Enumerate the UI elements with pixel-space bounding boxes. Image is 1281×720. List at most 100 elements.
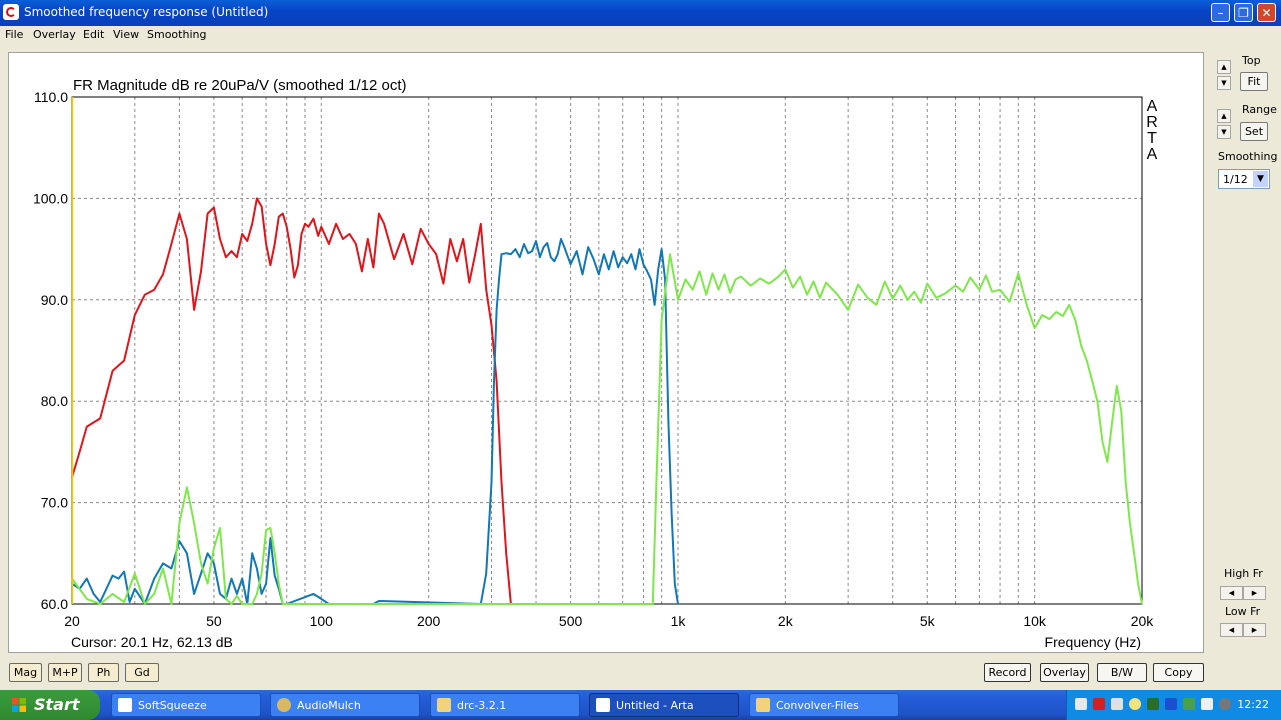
plot-panel[interactable]: FR Magnitude dB re 20uPa/V (smoothed 1/1…: [8, 52, 1204, 653]
arrow-left-icon: ◀: [1228, 589, 1235, 597]
chart-title: FR Magnitude dB re 20uPa/V (smoothed 1/1…: [73, 77, 407, 94]
task-convolver-folder[interactable]: Convolver-Files: [749, 693, 899, 717]
wireless-icon[interactable]: [1201, 698, 1213, 710]
x-tick-label: 200: [417, 613, 441, 629]
watermark-letter: R: [1146, 114, 1158, 131]
arta-app-icon[interactable]: [3, 4, 19, 20]
arrow-up-icon: ▲: [1221, 112, 1227, 120]
smoothing-value: 1/12: [1223, 173, 1248, 186]
mag-button[interactable]: Mag: [9, 663, 42, 682]
taskbar: Start SoftSqueeze AudioMulch drc-3.2.1 U…: [0, 690, 1281, 720]
x-axis-label: Frequency (Hz): [1045, 634, 1141, 650]
task-arta[interactable]: Untitled - Arta: [589, 693, 739, 717]
start-button[interactable]: Start: [0, 690, 100, 720]
x-tick-label: 2k: [778, 613, 794, 629]
minimize-button[interactable]: –: [1211, 3, 1230, 22]
task-label: AudioMulch: [297, 699, 361, 712]
range-label: Range: [1242, 103, 1277, 116]
softsqueeze-icon: [118, 698, 132, 712]
window-title: Smoothed frequency response (Untitled): [24, 5, 269, 19]
x-tick-label: 100: [310, 613, 334, 629]
range-down-spinner[interactable]: ▼: [1217, 125, 1231, 139]
frequency-response-chart[interactable]: FR Magnitude dB re 20uPa/V (smoothed 1/1…: [9, 53, 1203, 652]
smoothing-label: Smoothing: [1218, 150, 1278, 163]
menu-edit[interactable]: Edit: [83, 28, 104, 41]
settings-icon[interactable]: [1111, 698, 1123, 710]
arta-watermark: ARTA: [1146, 98, 1158, 163]
folder-icon: [756, 698, 770, 712]
menu-file[interactable]: File: [5, 28, 23, 41]
arrow-right-icon: ▶: [1251, 626, 1258, 634]
high-fr-label: High Fr: [1224, 567, 1263, 580]
fit-button[interactable]: Fit: [1240, 72, 1268, 91]
x-tick-label: 5k: [920, 613, 936, 629]
y-tick-labels: 110.0 100.0 90.0 80.0 70.0 60.0: [33, 89, 68, 612]
plot-frame: [71, 96, 1143, 605]
set-button[interactable]: Set: [1240, 122, 1268, 141]
y-tick-label: 60.0: [41, 596, 68, 612]
top-down-spinner[interactable]: ▼: [1217, 76, 1231, 90]
maximize-button[interactable]: ❐: [1234, 3, 1253, 22]
chevron-down-icon[interactable]: ▼: [1253, 171, 1268, 187]
task-label: drc-3.2.1: [457, 699, 507, 712]
phase-button[interactable]: Ph: [88, 663, 119, 682]
menu-smoothing[interactable]: Smoothing: [147, 28, 206, 41]
arrow-right-icon: ▶: [1251, 589, 1258, 597]
task-audiomulch[interactable]: AudioMulch: [270, 693, 420, 717]
range-up-spinner[interactable]: ▲: [1217, 109, 1231, 123]
security-icon[interactable]: [1219, 698, 1231, 710]
system-tray: 12:22: [1066, 690, 1281, 720]
x-tick-labels: 20 50 100 200 500 1k 2k 5k 10k 20k: [64, 613, 1154, 629]
task-label: SoftSqueeze: [138, 699, 207, 712]
network-icon[interactable]: [1075, 698, 1087, 710]
ati-icon[interactable]: [1093, 698, 1105, 710]
y-tick-label: 100.0: [33, 190, 68, 206]
update-icon[interactable]: [1183, 698, 1195, 710]
folder-icon: [437, 698, 451, 712]
restore-icon: ❐: [1238, 6, 1249, 20]
smoothing-select[interactable]: 1/12 ▼: [1218, 169, 1270, 189]
low-fr-left-spinner[interactable]: ◀: [1220, 623, 1243, 637]
group-delay-button[interactable]: Gd: [125, 663, 159, 682]
top-up-spinner[interactable]: ▲: [1217, 60, 1231, 74]
series-line-2: [71, 238, 679, 605]
low-fr-right-spinner[interactable]: ▶: [1243, 623, 1266, 637]
x-tick-label: 10k: [1023, 613, 1047, 629]
x-tick-label: 50: [206, 613, 222, 629]
top-label: Top: [1242, 54, 1261, 67]
bulb-icon[interactable]: [1129, 698, 1141, 710]
bw-button[interactable]: B/W: [1097, 663, 1147, 682]
mag-phase-button[interactable]: M+P: [48, 663, 82, 682]
arrow-down-icon: ▼: [1221, 128, 1227, 136]
task-softsqueeze[interactable]: SoftSqueeze: [111, 693, 261, 717]
close-button[interactable]: ✕: [1257, 3, 1276, 22]
menu-overlay[interactable]: Overlay: [33, 28, 76, 41]
arta-icon: [596, 698, 610, 712]
close-icon: ✕: [1261, 6, 1272, 20]
bottom-button-bar: Mag M+P Ph Gd Record Overlay B/W Copy: [0, 656, 1281, 690]
display-icon[interactable]: [1165, 698, 1177, 710]
high-fr-right-spinner[interactable]: ▶: [1243, 586, 1266, 600]
task-label: Untitled - Arta: [616, 699, 694, 712]
x-tick-label: 20: [64, 613, 80, 629]
volume-icon[interactable]: [1147, 698, 1159, 710]
y-tick-label: 70.0: [41, 495, 68, 511]
title-bar[interactable]: Smoothed frequency response (Untitled) –…: [0, 0, 1281, 26]
y-tick-label: 80.0: [41, 393, 68, 409]
low-fr-label: Low Fr: [1225, 605, 1261, 618]
menu-bar: File Overlay Edit View Smoothing: [0, 26, 1281, 44]
watermark-letter: A: [1147, 146, 1158, 163]
task-drc-folder[interactable]: drc-3.2.1: [430, 693, 580, 717]
overlay-button[interactable]: Overlay: [1040, 663, 1089, 682]
chart-grid: [71, 96, 1143, 605]
series-line-3: [71, 253, 1143, 605]
high-fr-left-spinner[interactable]: ◀: [1220, 586, 1243, 600]
minimize-icon: –: [1217, 6, 1224, 20]
y-tick-label: 90.0: [41, 292, 68, 308]
menu-view[interactable]: View: [113, 28, 139, 41]
audiomulch-icon: [277, 698, 291, 712]
arrow-left-icon: ◀: [1228, 626, 1235, 634]
copy-button[interactable]: Copy: [1153, 663, 1204, 682]
record-button[interactable]: Record: [984, 663, 1031, 682]
clock: 12:22: [1237, 698, 1269, 711]
